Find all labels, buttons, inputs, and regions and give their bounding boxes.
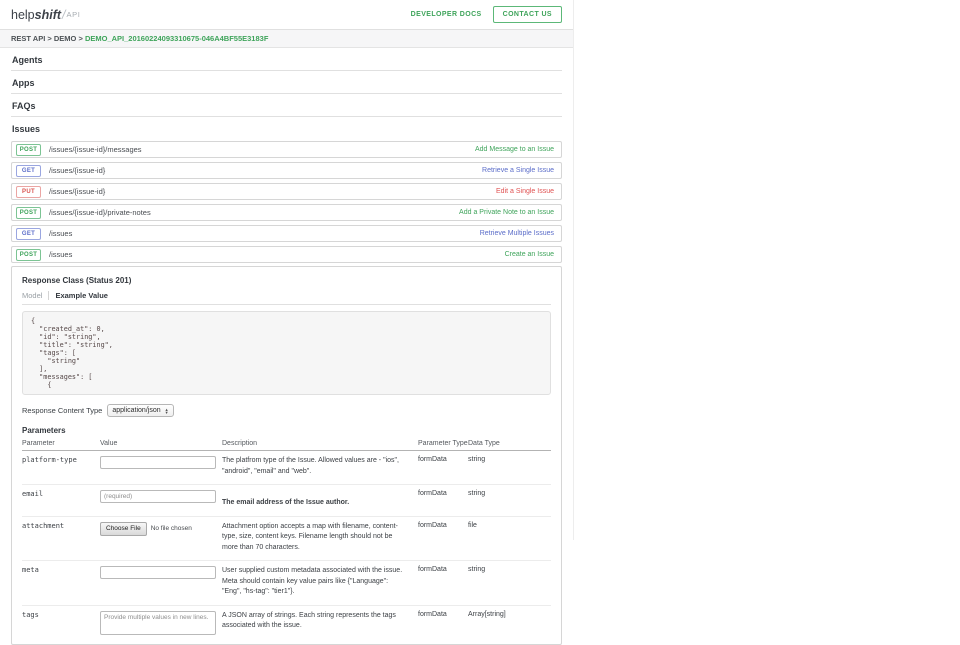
http-method-badge: PUT (16, 186, 41, 198)
section-heading-faqs[interactable]: FAQs (11, 94, 562, 117)
developer-docs-link[interactable]: DEVELOPER DOCS (411, 11, 482, 18)
parameter-row: tags A JSON array of strings. Each strin… (22, 605, 551, 644)
response-content-type-label: Response Content Type (22, 406, 102, 415)
endpoint-path: /issues (49, 250, 72, 259)
parameter-type: formData (418, 516, 468, 561)
file-input[interactable]: Choose File No file chosen (100, 522, 216, 536)
contact-us-button[interactable]: CONTACT US (493, 6, 562, 23)
parameter-data-type: string (468, 451, 551, 485)
endpoint-path: /issues/{issue-id} (49, 166, 105, 175)
response-content-type-row: Response Content Type application/json ▲… (22, 404, 551, 417)
parameter-type: formData (418, 485, 468, 517)
section-heading-agents[interactable]: Agents (11, 48, 562, 71)
column-header: Parameter Type (418, 438, 468, 451)
endpoint-summary-link[interactable]: Create an Issue (505, 251, 554, 258)
breadcrumb-parent: DEMO (54, 34, 77, 43)
parameter-value-input[interactable] (100, 456, 216, 469)
parameter-type: formData (418, 561, 468, 606)
parameter-value-input[interactable] (100, 490, 216, 503)
parameter-data-type: string (468, 561, 551, 606)
section-heading-apps[interactable]: Apps (11, 71, 562, 94)
endpoint-summary-link[interactable]: Add a Private Note to an Issue (459, 209, 554, 216)
endpoint-row[interactable]: POST /issues Create an Issue (11, 246, 562, 263)
parameter-data-type: file (468, 516, 551, 561)
example-json-block: { "created_at": 0, "id": "string", "titl… (22, 311, 551, 395)
parameter-value-textarea[interactable] (100, 611, 216, 635)
column-header: Value (100, 438, 222, 451)
parameter-data-type: Array[string] (468, 605, 551, 644)
breadcrumb: REST API > DEMO > DEMO_API_2016022409331… (0, 30, 573, 48)
parameter-row: platform-type The platfrom type of the I… (22, 451, 551, 485)
parameter-description: The platfrom type of the Issue. Allowed … (222, 451, 418, 485)
parameter-description: Attachment option accepts a map with fil… (222, 516, 418, 561)
breadcrumb-separator: > (76, 34, 85, 43)
endpoint-path: /issues (49, 229, 72, 238)
response-class-title: Response Class (Status 201) (22, 276, 551, 285)
endpoint-path: /issues/{issue-id}/private-notes (49, 208, 151, 217)
helpshift-logo[interactable]: helpshift/API (11, 8, 80, 22)
breadcrumb-root: REST API (11, 34, 45, 43)
tab-model[interactable]: Model (22, 291, 49, 300)
parameter-name: attachment (22, 516, 100, 561)
section-list: Agents Apps FAQs Issues (11, 48, 562, 137)
column-header: Data Type (468, 438, 551, 451)
http-method-badge: POST (16, 207, 41, 219)
operation-details-create-issue: Response Class (Status 201) Model Exampl… (11, 266, 562, 645)
parameter-value-input[interactable] (100, 566, 216, 579)
parameters-table-header: ParameterValueDescriptionParameter TypeD… (22, 438, 551, 451)
parameter-row: email The email address of the Issue aut… (22, 485, 551, 517)
parameter-name: platform-type (22, 451, 100, 485)
parameter-row: attachment Choose File No file chosen At… (22, 516, 551, 561)
parameter-name: meta (22, 561, 100, 606)
file-status-text: No file chosen (151, 525, 192, 532)
breadcrumb-separator: > (45, 34, 54, 43)
endpoint-list: POST /issues/{issue-id}/messages Add Mes… (11, 141, 562, 263)
endpoint-row[interactable]: GET /issues/{issue-id} Retrieve a Single… (11, 162, 562, 179)
section-heading-issues[interactable]: Issues (11, 117, 562, 137)
endpoint-summary-link[interactable]: Retrieve a Single Issue (482, 167, 554, 174)
api-docs-page: helpshift/API DEVELOPER DOCS CONTACT US … (0, 0, 574, 540)
parameter-type: formData (418, 605, 468, 644)
parameter-type: formData (418, 451, 468, 485)
endpoint-path: /issues/{issue-id}/messages (49, 145, 142, 154)
endpoint-summary-link[interactable]: Retrieve Multiple Issues (480, 230, 554, 237)
endpoint-row[interactable]: POST /issues/{issue-id}/messages Add Mes… (11, 141, 562, 158)
parameter-name: tags (22, 605, 100, 644)
column-header: Description (222, 438, 418, 451)
choose-file-button[interactable]: Choose File (100, 522, 147, 536)
http-method-badge: GET (16, 165, 41, 177)
parameter-description: The email address of the Issue author. (222, 485, 418, 517)
endpoint-row[interactable]: POST /issues/{issue-id}/private-notes Ad… (11, 204, 562, 221)
parameter-description: User supplied custom metadata associated… (222, 561, 418, 606)
main-content: Agents Apps FAQs Issues POST /issues/{is… (0, 48, 573, 645)
response-tabs: Model Example Value (22, 291, 551, 305)
parameter-name: email (22, 485, 100, 517)
http-method-badge: GET (16, 228, 41, 240)
response-content-type-select[interactable]: application/json ▲▼ (107, 404, 173, 417)
endpoint-path: /issues/{issue-id} (49, 187, 105, 196)
parameters-title: Parameters (22, 426, 551, 435)
select-arrows-icon: ▲▼ (165, 408, 169, 414)
parameter-data-type: string (468, 485, 551, 517)
http-method-badge: POST (16, 144, 41, 156)
page-header: helpshift/API DEVELOPER DOCS CONTACT US (0, 0, 573, 30)
parameter-description: A JSON array of strings. Each string rep… (222, 605, 418, 644)
breadcrumb-current-api[interactable]: DEMO_API_20160224093310675-046A4BF55E318… (85, 34, 268, 43)
endpoint-summary-link[interactable]: Edit a Single Issue (496, 188, 554, 195)
column-header: Parameter (22, 438, 100, 451)
endpoint-row[interactable]: PUT /issues/{issue-id} Edit a Single Iss… (11, 183, 562, 200)
parameter-row: meta User supplied custom metadata assoc… (22, 561, 551, 606)
http-method-badge: POST (16, 249, 41, 261)
parameters-table: ParameterValueDescriptionParameter TypeD… (22, 438, 551, 644)
tab-example-value[interactable]: Example Value (49, 291, 108, 300)
endpoint-summary-link[interactable]: Add Message to an Issue (475, 146, 554, 153)
endpoint-row[interactable]: GET /issues Retrieve Multiple Issues (11, 225, 562, 242)
header-actions: DEVELOPER DOCS CONTACT US (411, 6, 562, 23)
